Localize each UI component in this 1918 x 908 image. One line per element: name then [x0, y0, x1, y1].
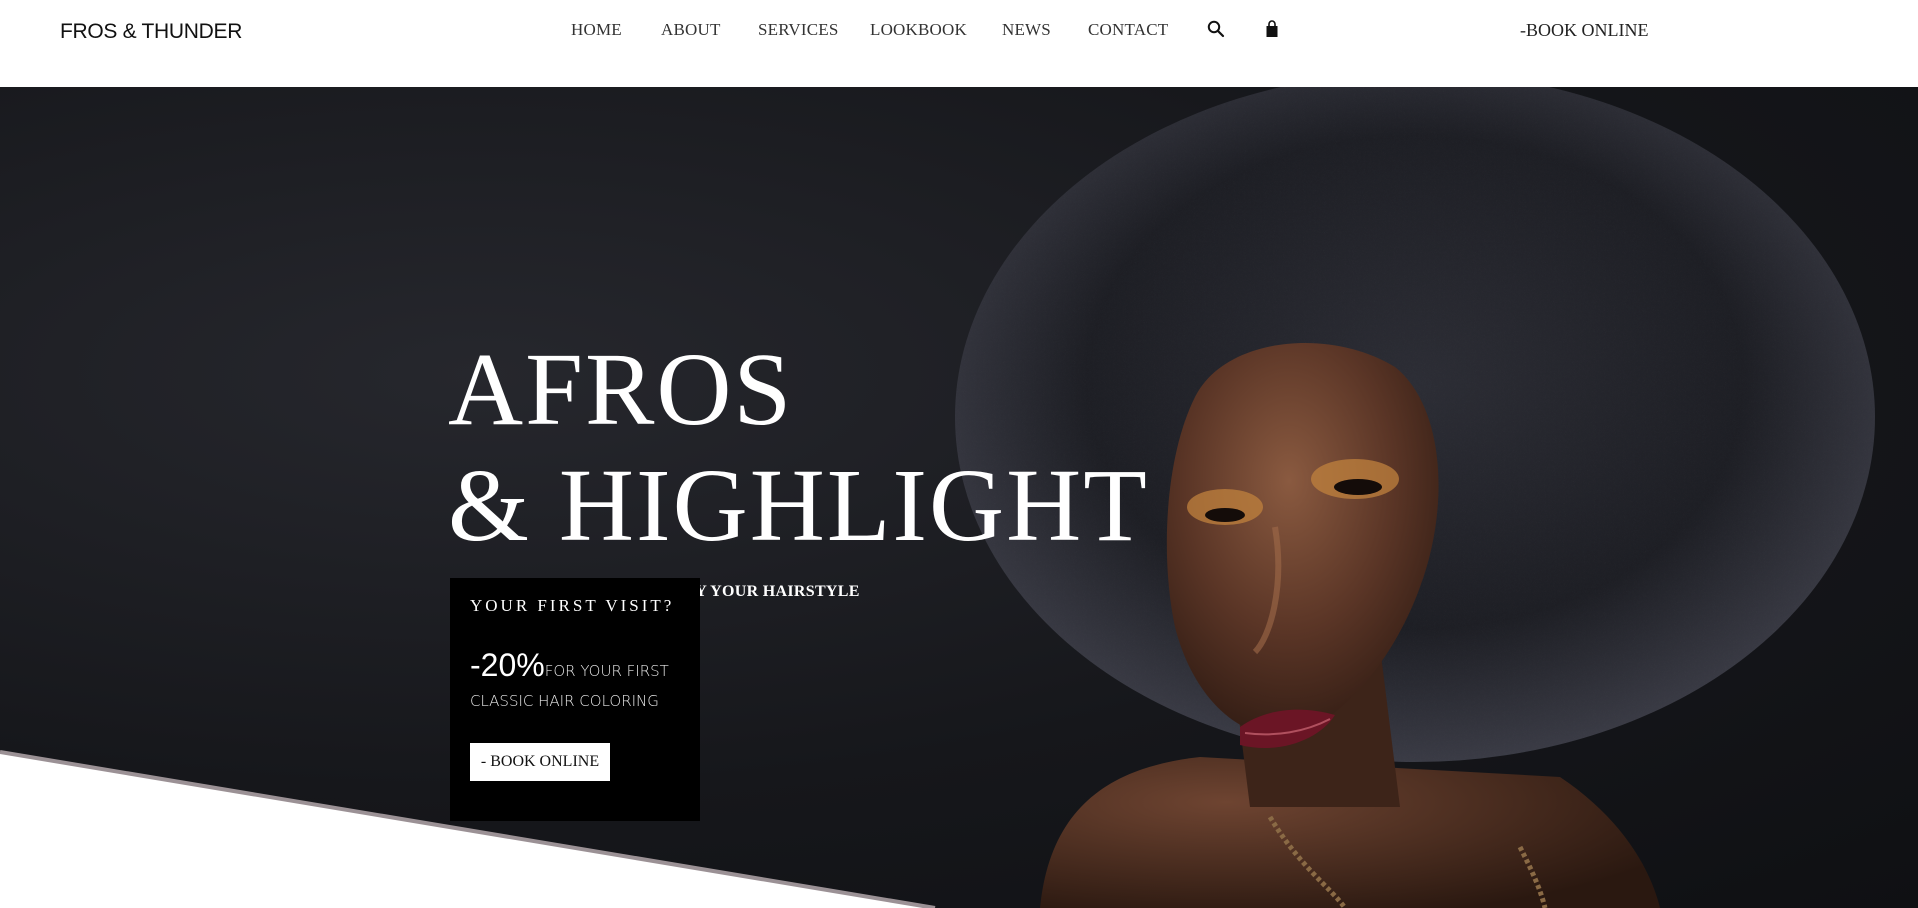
site-header: FROS & THUNDER HOME ABOUT SERVICES LOOKB… — [0, 0, 1918, 87]
shopping-bag-icon[interactable] — [1264, 20, 1280, 43]
headline-line-1: AFROS — [448, 332, 794, 447]
promo-discount: -20% — [470, 647, 545, 683]
promo-offer: -20%FOR YOUR FIRST CLASSIC HAIR COLORING — [470, 647, 690, 716]
nav-news[interactable]: NEWS — [1002, 20, 1051, 40]
nav-services[interactable]: SERVICES — [758, 20, 839, 40]
promo-title: YOUR FIRST VISIT? — [470, 596, 675, 615]
nav-home[interactable]: HOME — [571, 20, 622, 40]
nav-contact[interactable]: CONTACT — [1088, 20, 1168, 40]
site-logo[interactable]: FROS & THUNDER — [60, 20, 242, 44]
hero-section: AFROS & HIGHLIGHT DIVIDE YOUR UNIQUENESS… — [0, 87, 1918, 908]
hero-headline: AFROS & HIGHLIGHT — [448, 332, 1149, 564]
headline-line-2: & HIGHLIGHT — [448, 448, 1149, 563]
nav-about[interactable]: ABOUT — [661, 20, 721, 40]
promo-book-online-button[interactable]: - BOOK ONLINE — [470, 743, 610, 781]
first-visit-promo: YOUR FIRST VISIT? -20%FOR YOUR FIRST CLA… — [450, 578, 700, 821]
search-icon[interactable] — [1207, 20, 1225, 43]
nav-lookbook[interactable]: LOOKBOOK — [870, 20, 967, 40]
book-online-link[interactable]: -BOOK ONLINE — [1520, 20, 1648, 41]
